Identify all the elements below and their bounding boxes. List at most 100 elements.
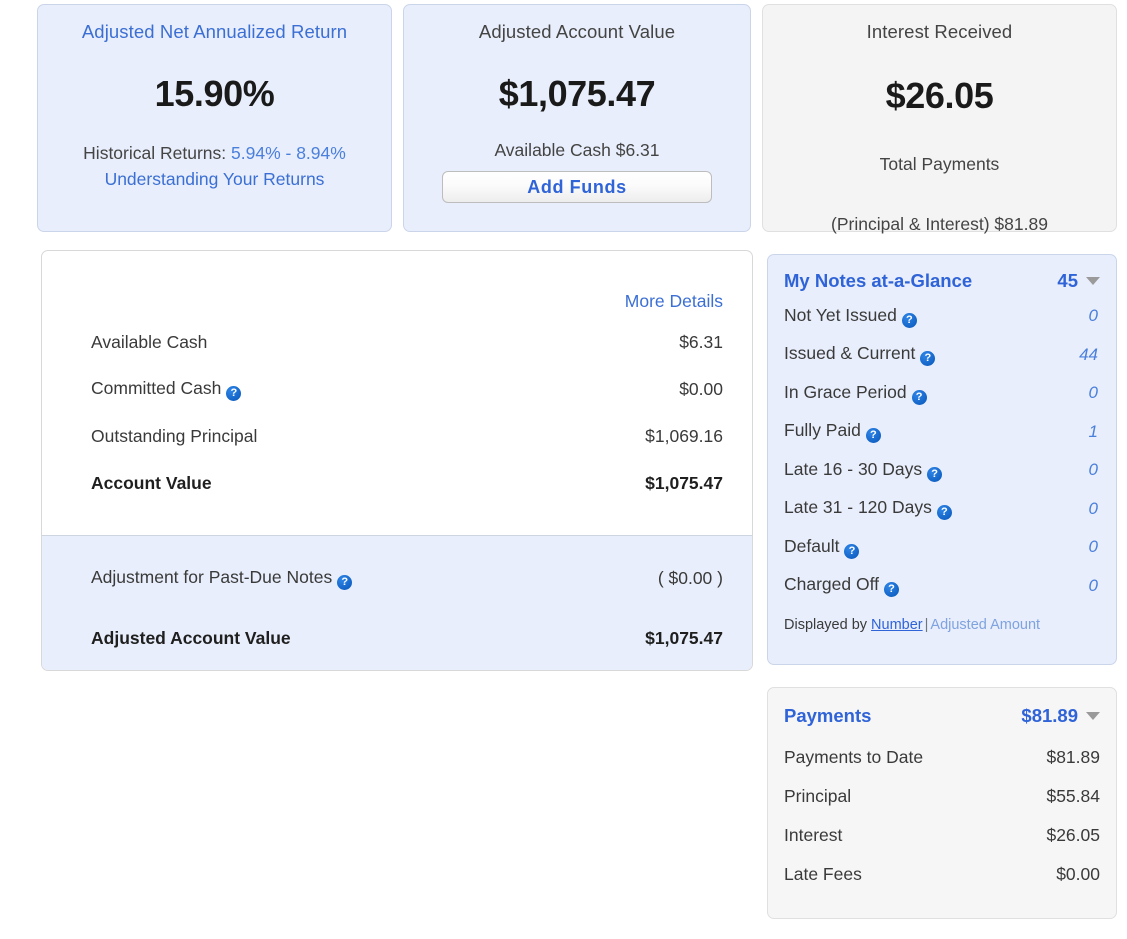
note-row-value: 0 [1088,498,1098,518]
note-row-label: Late 31 - 120 Days [784,497,932,518]
card-interest-amount: $26.05 [885,75,994,116]
card-adjusted-account-value: Adjusted Account Value $1,075.47 Availab… [403,4,751,232]
notes-panel-header[interactable]: My Notes at-a-Glance 45 [784,255,1100,297]
card-interest-total-payments-value: (Principal & Interest) $81.89 [831,214,1048,234]
account-summary-panel: More Details Available Cash $6.31 Commit… [41,250,753,671]
card-interest-received: Interest Received $26.05 Total Payments … [762,4,1117,234]
adjustment-row-amount: $1,075.47 [645,627,723,648]
displayed-by-adjusted-amount-link[interactable]: Adjusted Amount [930,617,1040,633]
note-row-default: Default? 0 [784,528,1100,567]
note-row-label: Issued & Current [784,343,916,364]
account-row-committed-cash: Committed Cash? $0.00 [64,366,730,413]
help-icon[interactable]: ? [927,466,943,482]
payment-row-label: Late Fees [784,864,862,884]
help-icon[interactable]: ? [884,582,900,598]
note-row-label-wrap: Late 31 - 120 Days? [784,497,1089,521]
note-row-issued-and-current: Issued & Current? 44 [784,336,1100,375]
understanding-your-returns-link[interactable]: Understanding Your Returns [38,166,391,192]
account-row-available-cash: Available Cash $6.31 [64,319,730,366]
note-row-label: Late 16 - 30 Days [784,458,923,479]
adjustment-row-label-wrap: Adjustment for Past-Due Notes? [91,567,658,590]
displayed-by-row: Displayed by Number | Adjusted Amount [784,605,1100,633]
help-icon[interactable]: ? [337,574,353,590]
card-value-available-cash: Available Cash $6.31 [494,140,660,160]
card-return-title: Adjusted Net Annualized Return [81,21,348,42]
adjustment-row-label: Adjusted Account Value [91,627,291,648]
help-icon[interactable]: ? [844,543,860,559]
my-notes-at-a-glance-panel: My Notes at-a-Glance 45 Not Yet Issued? … [767,254,1117,665]
card-interest-title: Interest Received [866,21,1013,42]
note-row-value: 44 [1079,344,1098,364]
payment-row-value: $0.00 [1056,864,1100,884]
account-row-amount: $6.31 [679,332,723,352]
displayed-by-number-link[interactable]: Number [871,617,923,633]
help-icon[interactable]: ? [936,505,952,521]
help-icon[interactable]: ? [226,386,242,401]
payment-row-label: Payments to Date [784,747,924,767]
card-interest-total-payments-label: Total Payments [879,154,1000,174]
adjustment-row-amount: ( $0.00 ) [657,567,723,588]
payments-panel: Payments $81.89 Payments to Date $81.89 … [767,687,1117,919]
payments-panel-header[interactable]: Payments $81.89 [784,688,1100,732]
note-row-value: 0 [1088,306,1098,326]
payment-row-late-fees: Late Fees $0.00 [784,855,1100,894]
account-row-label: Committed Cash [91,378,222,398]
note-row-late-31-120-days: Late 31 - 120 Days? 0 [784,490,1100,529]
note-row-label-wrap: Issued & Current? [784,343,1079,367]
payment-row-value: $26.05 [1046,825,1100,845]
notes-panel-total: 45 [1057,270,1078,291]
more-details-link[interactable]: More Details [64,251,730,312]
note-row-in-grace-period: In Grace Period? 0 [784,374,1100,413]
help-icon[interactable]: ? [920,351,936,367]
help-icon[interactable]: ? [865,428,881,444]
adjustment-row-past-due-notes: Adjustment for Past-Due Notes? ( $0.00 ) [64,548,730,608]
payments-panel-title: Payments [784,705,872,726]
adjustment-row-adjusted-account-value: Adjusted Account Value $1,075.47 [64,608,730,668]
card-adjusted-net-annualized-return: Adjusted Net Annualized Return 15.90% Hi… [37,4,392,232]
note-row-value: 1 [1088,421,1098,441]
note-row-value: 0 [1088,537,1098,557]
note-row-label: Fully Paid [784,420,861,441]
card-return-historical-label: Historical Returns: [83,143,227,163]
card-return-historical: Historical Returns: 5.94% - 8.94% [38,141,391,166]
note-row-late-16-30-days: Late 16 - 30 Days? 0 [784,451,1100,490]
account-row-label: Account Value [91,473,212,493]
payment-row-label: Interest [784,825,843,845]
help-icon[interactable]: ? [911,389,927,405]
account-row-label: Available Cash [91,332,208,352]
note-row-label-wrap: Not Yet Issued? [784,305,1089,328]
adjustment-row-label: Adjustment for Past-Due Notes [91,566,333,587]
payment-row-payments-to-date: Payments to Date $81.89 [784,738,1100,777]
account-row-outstanding-principal: Outstanding Principal $1,069.16 [64,413,730,460]
add-funds-button[interactable]: Add Funds [442,171,712,203]
notes-panel-title: My Notes at-a-Glance [784,270,973,291]
chevron-down-icon[interactable] [1086,712,1100,720]
chevron-down-icon[interactable] [1086,277,1100,285]
note-row-charged-off: Charged Off? 0 [784,567,1100,606]
displayed-by-label: Displayed by [784,617,868,633]
payment-row-value: $55.84 [1046,786,1100,806]
note-row-label-wrap: Fully Paid? [784,420,1089,444]
note-row-label: Not Yet Issued [784,304,897,325]
note-row-label-wrap: In Grace Period? [784,382,1089,405]
help-icon[interactable]: ? [901,312,917,328]
account-row-label: Outstanding Principal [91,426,258,446]
note-row-label: Charged Off [784,574,880,595]
account-row-account-value: Account Value $1,075.47 [64,460,730,507]
account-row-amount: $1,075.47 [645,473,723,493]
note-row-label-wrap: Late 16 - 30 Days? [784,459,1089,482]
card-value-amount: $1,075.47 [498,73,656,114]
note-row-label: Default [784,535,840,556]
note-row-label: In Grace Period [784,381,907,402]
note-row-label-wrap: Default? [784,536,1089,559]
note-row-value: 0 [1088,575,1098,595]
card-return-amount: 15.90% [154,73,275,114]
payments-panel-total: $81.89 [1021,705,1078,726]
account-summary-top: More Details Available Cash $6.31 Commit… [42,251,752,507]
card-value-title: Adjusted Account Value [478,21,676,42]
payment-row-label: Principal [784,786,852,806]
account-row-amount: $0.00 [679,379,723,399]
account-adjustment-section: Adjustment for Past-Due Notes? ( $0.00 )… [42,535,752,670]
note-row-label-wrap: Charged Off? [784,574,1089,598]
payment-row-interest: Interest $26.05 [784,816,1100,855]
